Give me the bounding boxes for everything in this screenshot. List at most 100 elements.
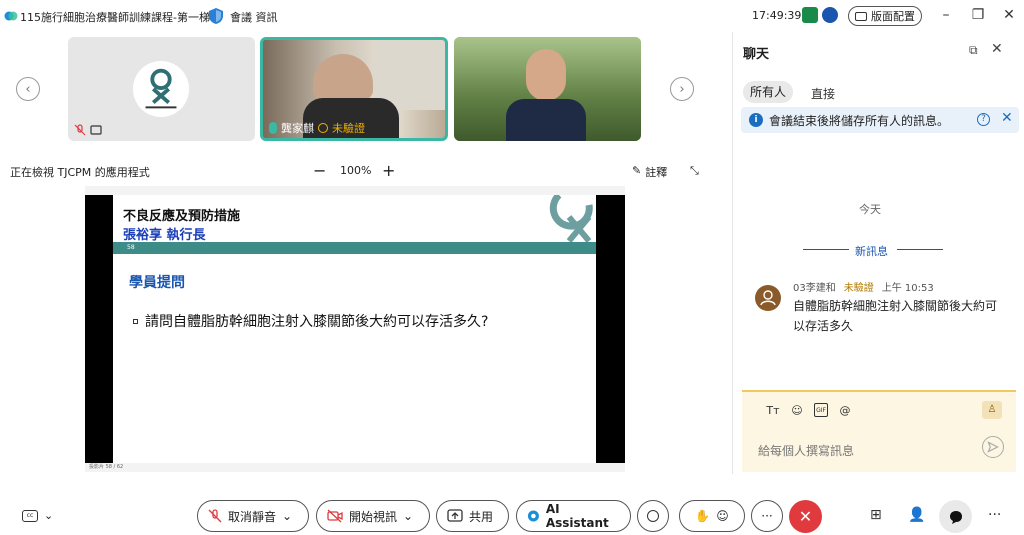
annotate-label: 註釋 (645, 166, 668, 179)
captions-button[interactable]: cc ⌄ (22, 509, 53, 522)
slide-number: 58 (127, 244, 135, 251)
participant-tile[interactable] (68, 37, 255, 141)
text-format-icon[interactable]: Tт (766, 403, 780, 417)
slide-footer: 投影片 58 / 62 (89, 464, 124, 470)
leave-meeting-button[interactable]: ✕ (789, 500, 822, 533)
presentation-window-strip (85, 186, 625, 195)
help-icon[interactable]: ? (977, 113, 990, 126)
restore-icon[interactable]: ❐ (970, 7, 986, 23)
share-icon (447, 509, 463, 522)
annotate-button[interactable]: ✎ 註釋 (632, 164, 667, 180)
apps-icon[interactable]: ⊞ (870, 507, 882, 523)
close-icon: ✕ (798, 507, 813, 526)
message-text: 自體脂肪幹細胞注射入膝關節後大約可以存活多久 (793, 299, 998, 333)
bullet-square-icon (133, 318, 138, 324)
unmute-label: 取消靜音 (228, 509, 277, 524)
message-time: 上午 10:53 (881, 283, 934, 294)
prev-participants-button[interactable]: ‹ (16, 77, 40, 101)
divider-line (897, 249, 943, 250)
participant-tile-active-speaker[interactable]: 龔家麒 未驗證 (260, 37, 448, 141)
compose-area[interactable]: Tт ☺ GIF @ ♙ 給每個人撰寫訊息 (742, 390, 1016, 472)
chevron-down-icon: ⌄ (44, 509, 54, 522)
close-window-icon[interactable]: ✕ (1001, 7, 1017, 23)
divider-line (803, 249, 849, 250)
participant-name: 龔家麒 (281, 121, 314, 135)
title-bar: 115施行細胞治療醫師訓練課程-第一梯次 會議 資訊 17:49:39 版面配置… (0, 0, 1024, 32)
share-label: 共用 (469, 509, 494, 524)
person-icon (760, 290, 776, 306)
share-screen-indicator-icon (90, 124, 102, 135)
zoom-level[interactable]: 100% (340, 164, 371, 177)
record-icon (647, 510, 659, 522)
notice-text: 會議結束後將儲存所有人的訊息。 (769, 114, 950, 128)
unverified-icon (318, 122, 328, 133)
participant-tag: 龔家麒 未驗證 (269, 120, 365, 135)
share-button[interactable]: 共用 (436, 500, 509, 532)
save-notice: i 會議結束後將儲存所有人的訊息。 ? ✕ (741, 107, 1019, 133)
gif-icon[interactable]: GIF (814, 403, 828, 417)
more-options-button[interactable]: ··· (751, 500, 783, 532)
chat-bubble-icon (949, 510, 962, 524)
unmute-button[interactable]: 取消靜音 ⌄ (197, 500, 309, 532)
webex-logo-icon (4, 11, 18, 21)
participant-tile[interactable] (454, 37, 641, 141)
minimize-icon[interactable]: – (938, 7, 954, 23)
captions-icon: cc (22, 509, 38, 522)
participant-info-icon[interactable] (822, 7, 838, 23)
pen-icon: ✎ (632, 164, 642, 177)
slide-section-title: 學員提問 (129, 275, 185, 291)
record-button[interactable] (637, 500, 669, 532)
mention-icon[interactable]: @ (838, 403, 852, 417)
slide-question: 請問自體脂肪幹細胞注射入膝關節後大約可以存活多久? (145, 314, 489, 330)
slide-band: 58 (113, 242, 596, 254)
start-video-button[interactable]: 開始視訊 ⌄ (316, 500, 430, 532)
message-sender-status: 未驗證 (843, 283, 874, 294)
reactions-button[interactable]: ✋ ☺ (679, 500, 745, 532)
sender-avatar[interactable] (755, 285, 781, 311)
send-icon[interactable] (982, 436, 1004, 458)
raise-hand-icon: ✋ (695, 509, 711, 523)
presentation-slide: 不良反應及預防措施 張裕享 執行長 58 學員提問 請問自體脂肪幹細胞注射入膝關… (113, 195, 596, 463)
mic-muted-icon (208, 509, 222, 523)
zoom-in-button[interactable]: + (382, 161, 395, 180)
tab-direct[interactable]: 直接 (811, 85, 835, 102)
ai-assistant-button[interactable]: AI Assistant (516, 500, 631, 532)
slide-title: 不良反應及預防措施 (123, 209, 241, 224)
popout-icon[interactable]: ⧉ (969, 43, 978, 58)
zoom-out-button[interactable]: − (313, 161, 326, 180)
chat-toggle-button[interactable] (939, 500, 972, 533)
day-divider: 今天 (859, 203, 881, 216)
more-panels-icon[interactable]: ··· (988, 507, 1001, 523)
mention-person-icon[interactable]: ♙ (982, 401, 1002, 419)
emoji-reaction-icon: ☺ (716, 509, 729, 523)
meeting-info-link[interactable]: 會議 資訊 (230, 9, 278, 25)
send-arrow-icon (987, 441, 999, 453)
shared-content[interactable]: 不良反應及預防措施 張裕享 執行長 58 學員提問 請問自體脂肪幹細胞注射入膝關… (85, 186, 625, 472)
slide-logo-icon (549, 195, 593, 242)
chevron-down-icon[interactable]: ⌄ (403, 509, 413, 523)
shield-icon[interactable] (208, 7, 224, 25)
participants-icon[interactable]: 👤 (908, 507, 925, 523)
person-face (526, 49, 566, 101)
expand-icon[interactable]: ⤡ (690, 164, 699, 178)
person-suit (506, 99, 586, 141)
next-participants-button[interactable]: › (670, 77, 694, 101)
layout-button[interactable]: 版面配置 (848, 6, 922, 26)
slide-presenter: 張裕享 執行長 (123, 228, 206, 243)
chevron-down-icon[interactable]: ⌄ (282, 509, 292, 523)
chat-title: 聊天 (743, 47, 770, 62)
ellipsis-icon: ··· (761, 509, 773, 523)
presentation-status-strip: 投影片 58 / 62 (85, 463, 625, 472)
video-off-icon (327, 509, 343, 523)
ai-assistant-label: AI Assistant (545, 502, 609, 530)
compose-toolbar: Tт ☺ GIF @ (766, 403, 852, 417)
participant-status: 未驗證 (332, 121, 365, 135)
tab-everyone[interactable]: 所有人 (743, 81, 793, 103)
dismiss-notice-icon[interactable]: ✕ (1001, 110, 1013, 126)
viewing-label: 正在檢視 TJCPM 的應用程式 (10, 166, 150, 179)
close-chat-icon[interactable]: ✕ (991, 41, 1003, 57)
recording-icon[interactable] (802, 7, 818, 23)
new-messages-divider: 新訊息 (803, 241, 943, 258)
message-input[interactable]: 給每個人撰寫訊息 (758, 442, 854, 459)
emoji-icon[interactable]: ☺ (790, 403, 804, 417)
